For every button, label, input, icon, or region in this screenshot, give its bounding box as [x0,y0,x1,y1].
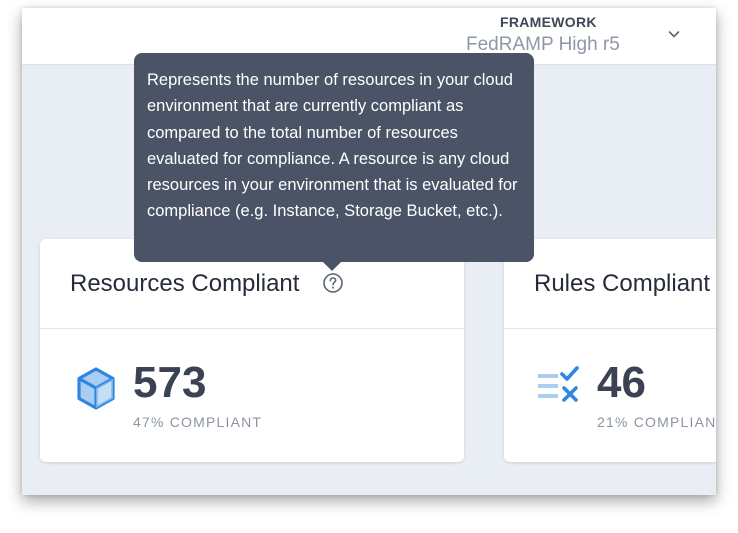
resources-count: 573 [133,358,207,407]
resources-compliance-percent: 47% COMPLIANT [133,414,263,430]
chevron-down-icon[interactable] [666,26,682,42]
framework-label: FRAMEWORK [500,14,597,30]
help-tooltip: Represents the number of resources in yo… [134,53,534,271]
card-title: Rules Compliant [534,270,711,297]
tooltip-text: Represents the number of resources in yo… [147,71,518,221]
cube-icon [77,367,115,410]
checklist-icon [538,366,579,402]
card-header: Rules Compliant [504,239,716,329]
resources-compliant-card: Resources Compliant 573 47% COMPLIANT [40,239,464,462]
tooltip-arrow [323,262,341,271]
rules-count: 46 [597,358,646,407]
rules-compliance-percent: 21% COMPLIANT [597,414,716,430]
help-icon[interactable] [322,272,344,294]
rules-compliant-card: Rules Compliant 46 21% COMPLIANT [504,239,716,462]
card-title: Resources Compliant [70,270,300,297]
app-window: FRAMEWORK FedRAMP High r5 Resources Comp… [22,8,716,495]
